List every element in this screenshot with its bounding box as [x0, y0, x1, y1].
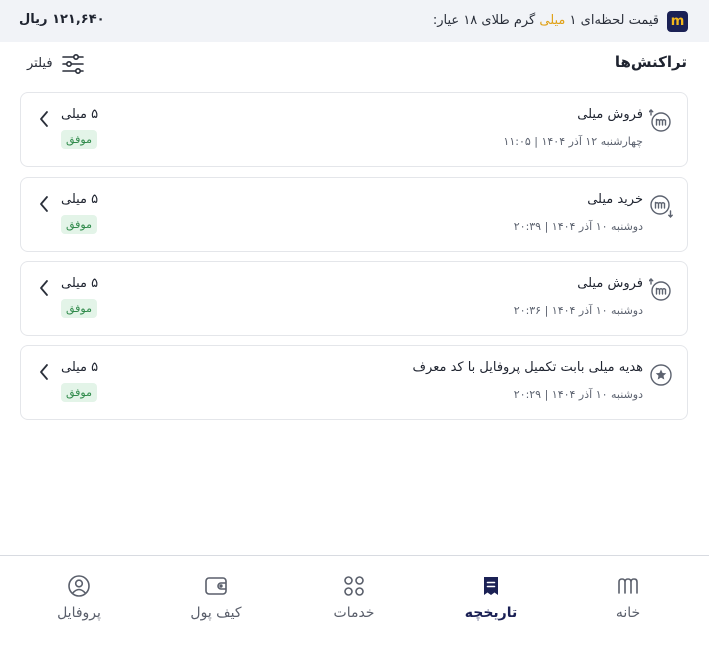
- services-grid-icon: [344, 576, 364, 596]
- bottom-navigation: خانه تاریخچه خدمات کیف پول پروفایل: [0, 555, 709, 651]
- transaction-amount: ۵ میلی: [61, 360, 99, 375]
- chevron-left-icon: [40, 196, 48, 212]
- transaction-title: فروش میلی: [577, 107, 643, 122]
- status-badge: موفق: [61, 215, 98, 234]
- transaction-card[interactable]: خرید میلی دوشنبه ۱۰ آذر ۱۴۰۴ | ۲۰:۳۹ ۵ م…: [20, 177, 688, 252]
- profile-icon: [68, 575, 90, 597]
- filter-button[interactable]: فیلتر: [27, 52, 91, 76]
- status-badge: موفق: [61, 130, 98, 149]
- transaction-date: دوشنبه ۱۰ آذر ۱۴۰۴ | ۲۰:۳۶: [513, 304, 643, 317]
- nav-item-wallet[interactable]: کیف پول: [161, 556, 271, 651]
- gold-price-value: ۱۲۱,۶۴۰ ریال: [19, 12, 105, 27]
- status-badge: موفق: [61, 299, 98, 318]
- transaction-card[interactable]: هدیه میلی بابت تکمیل پروفایل با کد معرف …: [20, 345, 688, 420]
- nav-item-profile[interactable]: پروفایل: [24, 556, 134, 651]
- nav-label: کیف پول: [190, 605, 242, 621]
- filter-label: فیلتر: [27, 56, 53, 71]
- nav-label: خدمات: [333, 605, 375, 621]
- transaction-date: چهارشنبه ۱۲ آذر ۱۴۰۴ | ۱۱:۰۵: [503, 135, 643, 148]
- transaction-title: فروش میلی: [577, 276, 643, 291]
- transaction-date: دوشنبه ۱۰ آذر ۱۴۰۴ | ۲۰:۲۹: [513, 388, 643, 401]
- transaction-date: دوشنبه ۱۰ آذر ۱۴۰۴ | ۲۰:۳۹: [513, 220, 643, 233]
- transaction-amount: ۵ میلی: [61, 276, 99, 291]
- page-title: تراکنش‌ها: [614, 53, 687, 71]
- milli-highlight: میلی: [539, 13, 566, 28]
- sell-milli-icon: [649, 278, 671, 301]
- transaction-title: هدیه میلی بابت تکمیل پروفایل با کد معرف: [412, 360, 643, 375]
- nav-item-home[interactable]: خانه: [573, 556, 683, 651]
- chevron-left-icon: [40, 280, 48, 296]
- wallet-icon: [205, 577, 227, 595]
- chevron-left-icon: [40, 364, 48, 380]
- transaction-amount: ۵ میلی: [61, 107, 99, 122]
- nav-label: خانه: [615, 605, 641, 621]
- transaction-title: خرید میلی: [587, 192, 643, 207]
- buy-milli-icon: [650, 195, 673, 218]
- chevron-left-icon: [40, 111, 48, 127]
- transaction-card[interactable]: فروش میلی چهارشنبه ۱۲ آذر ۱۴۰۴ | ۱۱:۰۵ ۵…: [20, 92, 688, 167]
- gold-price-bar: m قیمت لحظه‌ای ۱ میلی گرم طلای ۱۸ عیار: …: [0, 0, 709, 42]
- transaction-amount: ۵ میلی: [61, 192, 99, 207]
- sell-milli-icon: [649, 109, 671, 132]
- home-logo-icon: [618, 578, 638, 594]
- history-icon: [484, 577, 498, 595]
- transaction-card[interactable]: فروش میلی دوشنبه ۱۰ آذر ۱۴۰۴ | ۲۰:۳۶ ۵ م…: [20, 261, 688, 336]
- brand-logo-icon: m: [667, 11, 688, 32]
- star-icon: [650, 364, 672, 386]
- nav-label: تاریخچه: [464, 605, 518, 621]
- nav-item-services[interactable]: خدمات: [299, 556, 409, 651]
- nav-item-history[interactable]: تاریخچه: [436, 556, 546, 651]
- status-badge: موفق: [61, 383, 98, 402]
- nav-label: پروفایل: [57, 605, 101, 621]
- gold-price-label: قیمت لحظه‌ای ۱ میلی گرم طلای ۱۸ عیار:: [432, 13, 659, 28]
- filter-sliders-icon: [62, 53, 84, 74]
